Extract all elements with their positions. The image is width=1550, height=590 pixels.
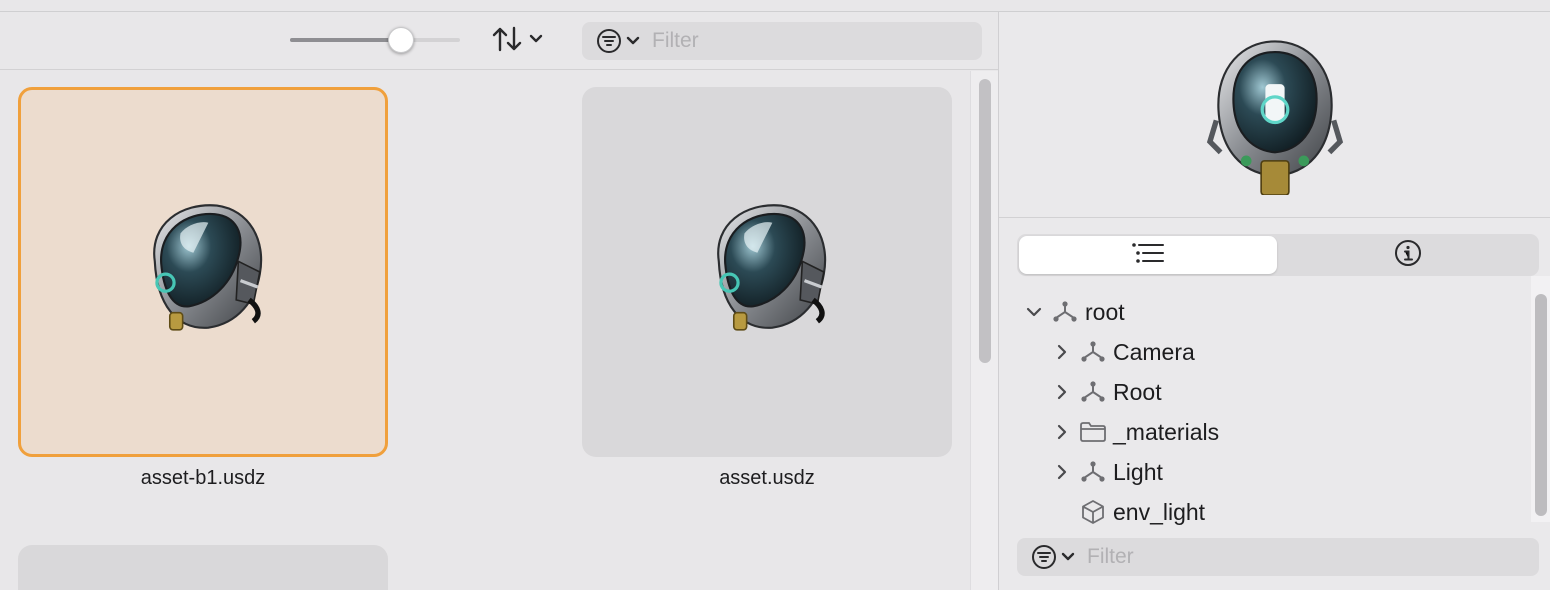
- tree-row-light[interactable]: Light: [1051, 452, 1163, 492]
- tree-row-label: Root: [1113, 378, 1162, 405]
- hierarchy-filter-input[interactable]: [1087, 545, 1487, 569]
- asset-preview: [999, 12, 1550, 218]
- browser-toolbar: [0, 12, 998, 70]
- tree-scrollbar[interactable]: [1531, 276, 1550, 522]
- tree-row-camera[interactable]: Camera: [1051, 332, 1195, 372]
- chevron-right-icon[interactable]: [1051, 381, 1073, 403]
- transform-node-icon: [1079, 338, 1107, 366]
- folder-icon: [1079, 418, 1107, 446]
- asset-name[interactable]: asset-b1.usdz: [18, 467, 388, 490]
- asset-name[interactable]: asset.usdz: [582, 467, 952, 490]
- asset-browser-window: asset-b1.usdz asset.usdz: [0, 0, 1550, 590]
- inspector-panel: root Camera Root _materials Light env_li…: [998, 12, 1550, 590]
- transform-node-icon: [1051, 298, 1079, 326]
- title-bar-separator: [0, 0, 1550, 12]
- inspector-tab-control: [1017, 234, 1539, 276]
- helmet-thumbnail: [697, 197, 837, 347]
- slider-fill: [290, 38, 401, 42]
- chevron-right-icon[interactable]: [1051, 341, 1073, 363]
- chevron-right-icon[interactable]: [1051, 461, 1073, 483]
- tree-row-root[interactable]: root: [1023, 292, 1125, 332]
- filter-menu-icon[interactable]: [1031, 544, 1075, 570]
- scrollbar-thumb[interactable]: [979, 79, 991, 363]
- transform-node-icon: [1079, 458, 1107, 486]
- tree-row-label: root: [1085, 298, 1125, 325]
- scene-hierarchy: root Camera Root _materials Light env_li…: [999, 282, 1531, 527]
- filter-input[interactable]: [652, 29, 952, 53]
- cube-icon: [1079, 498, 1107, 526]
- hierarchy-filter-field[interactable]: [1017, 538, 1539, 576]
- tree-row-env-light[interactable]: env_light: [1079, 492, 1205, 532]
- chevron-right-icon[interactable]: [1051, 421, 1073, 443]
- info-icon: [1394, 239, 1422, 272]
- grid-scrollbar[interactable]: [970, 71, 998, 590]
- scrollbar-thumb[interactable]: [1535, 294, 1547, 516]
- tree-row-root-node[interactable]: Root: [1051, 372, 1162, 412]
- asset-tile[interactable]: [18, 545, 388, 590]
- chevron-down-icon: [528, 32, 544, 50]
- tree-row-label: Light: [1113, 458, 1163, 485]
- sort-button[interactable]: [490, 26, 550, 56]
- tab-hierarchy[interactable]: [1019, 236, 1277, 274]
- thumbnail-size-slider[interactable]: [290, 27, 460, 53]
- asset-grid: asset-b1.usdz asset.usdz: [0, 71, 970, 590]
- asset-browser: asset-b1.usdz asset.usdz: [0, 12, 998, 590]
- asset-tile-selected[interactable]: [18, 87, 388, 457]
- filter-menu-icon[interactable]: [596, 28, 640, 54]
- filter-field[interactable]: [582, 22, 982, 60]
- list-icon: [1131, 242, 1165, 269]
- asset-tile[interactable]: [582, 87, 952, 457]
- tree-row-materials[interactable]: _materials: [1051, 412, 1219, 452]
- tree-row-label: env_light: [1113, 498, 1206, 525]
- helmet-thumbnail: [133, 197, 273, 347]
- helmet-preview: [1205, 35, 1345, 195]
- tree-row-label: _materials: [1113, 418, 1220, 445]
- sort-arrows-icon: [490, 24, 524, 59]
- slider-knob[interactable]: [387, 27, 414, 53]
- tab-info[interactable]: [1279, 236, 1537, 274]
- transform-node-icon: [1079, 378, 1107, 406]
- chevron-down-icon[interactable]: [1023, 301, 1045, 323]
- tree-row-label: Camera: [1113, 338, 1195, 365]
